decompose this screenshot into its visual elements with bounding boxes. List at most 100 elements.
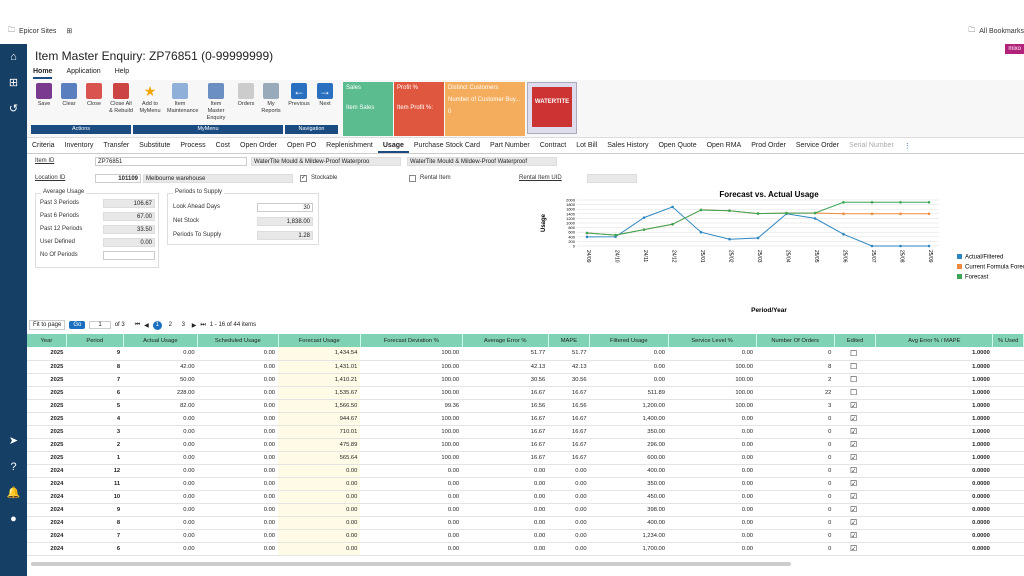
table-row[interactable]: 2025 7 50.00 0.00 1,410.21 100.00 30.56 30.56 0.…: [27, 373, 1024, 387]
item-id-field[interactable]: ZP76851: [95, 157, 247, 166]
edited-checkbox[interactable]: ☑: [834, 516, 876, 530]
tab-open-rma[interactable]: Open RMA: [702, 140, 747, 153]
tab-purchase-stock-card[interactable]: Purchase Stock Card: [409, 140, 485, 153]
tab-sales-history[interactable]: Sales History: [602, 140, 653, 153]
tab-cost[interactable]: Cost: [211, 140, 235, 153]
column-header[interactable]: Period: [66, 334, 124, 347]
close-all-rebuild-button[interactable]: Close All & Rebuild: [108, 83, 134, 115]
edited-checkbox[interactable]: ☑: [834, 412, 876, 426]
table-row[interactable]: 2025 5 82.00 0.00 1,566.50 99.36 16.56 16.56 1,2…: [27, 399, 1024, 413]
history-icon[interactable]: ↺: [6, 102, 21, 117]
edited-checkbox[interactable]: ☑: [834, 477, 876, 491]
previous-button[interactable]: ← Previous: [286, 83, 312, 108]
column-header[interactable]: Forecast Deviation %: [360, 334, 463, 347]
edited-checkbox[interactable]: ☐: [834, 360, 876, 374]
bookmark-epicor-sites[interactable]: 🗀 Epicor Sites ⊞: [8, 26, 72, 37]
grid-icon[interactable]: ⊞: [66, 27, 72, 35]
tab-prod-order[interactable]: Prod Order: [746, 140, 791, 153]
edited-checkbox[interactable]: ☑: [834, 451, 876, 465]
edited-checkbox[interactable]: ☑: [834, 490, 876, 504]
edited-checkbox[interactable]: ☐: [834, 386, 876, 400]
home-icon[interactable]: ⌂: [6, 50, 21, 65]
bell-icon[interactable]: 🔔: [6, 486, 21, 501]
tab-usage[interactable]: Usage: [377, 140, 409, 153]
tab-serial-number[interactable]: Serial Number: [844, 140, 899, 153]
page-1[interactable]: 1: [152, 320, 162, 330]
item-master-enquiry-button[interactable]: Item Master Enquiry: [203, 83, 229, 122]
table-row[interactable]: 2025 2 0.00 0.00 475.89 100.00 16.67 16.67 296.0…: [27, 438, 1024, 452]
help-icon[interactable]: ?: [6, 460, 21, 475]
tab-process[interactable]: Process: [175, 140, 210, 153]
menu-home[interactable]: Home: [33, 68, 53, 79]
table-row[interactable]: 2024 10 0.00 0.00 0.00 0.00 0.00 0.00 450.00 0.00…: [27, 490, 1024, 504]
edited-checkbox[interactable]: ☑: [834, 425, 876, 439]
rental-uid-label[interactable]: Rental Item UID: [519, 175, 562, 181]
tab-replenishment[interactable]: Replenishment: [321, 140, 378, 153]
next-page-icon[interactable]: ▶: [192, 322, 197, 329]
apps-grid-icon[interactable]: ⊞: [6, 76, 21, 91]
edited-checkbox[interactable]: ☑: [834, 542, 876, 556]
column-header[interactable]: Avg Error % / MAPE: [875, 334, 994, 347]
item-id-label[interactable]: Item ID: [35, 158, 54, 164]
column-header[interactable]: Number Of Orders: [756, 334, 835, 347]
rental-item-checkbox[interactable]: [409, 175, 416, 182]
tab-contract[interactable]: Contract: [535, 140, 571, 153]
close-button[interactable]: Close: [81, 83, 107, 108]
location-id-field[interactable]: 101109: [95, 174, 141, 183]
tab-open-quote[interactable]: Open Quote: [653, 140, 701, 153]
page-input[interactable]: 1: [89, 321, 111, 329]
user-icon[interactable]: ●: [6, 512, 21, 527]
clear-button[interactable]: Clear: [56, 83, 82, 108]
last-page-icon[interactable]: ⏭: [200, 322, 205, 329]
table-row[interactable]: 2024 11 0.00 0.00 0.00 0.00 0.00 0.00 350.00 0.00…: [27, 477, 1024, 491]
column-header[interactable]: % Used: [992, 334, 1024, 347]
table-row[interactable]: 2025 9 0.00 0.00 1,434.54 100.00 51.77 51.77 0.0…: [27, 347, 1024, 361]
table-row[interactable]: 2025 8 42.00 0.00 1,431.01 100.00 42.13 42.13 0.…: [27, 360, 1024, 374]
tab-substitute[interactable]: Substitute: [134, 140, 175, 153]
tab-open-po[interactable]: Open PO: [282, 140, 321, 153]
column-header[interactable]: Filtered Usage: [589, 334, 669, 347]
tab-lot-bill[interactable]: Lot Bill: [571, 140, 602, 153]
column-header[interactable]: Scheduled Usage: [197, 334, 279, 347]
customers-tile[interactable]: Distinct Customers Number of Customer Buy…: [445, 82, 525, 136]
column-header[interactable]: Forecast Usage: [278, 334, 361, 347]
column-header[interactable]: MAPE: [548, 334, 591, 347]
tab-inventory[interactable]: Inventory: [60, 140, 99, 153]
tab-criteria[interactable]: Criteria: [27, 140, 60, 153]
edited-checkbox[interactable]: ☑: [834, 464, 876, 478]
tab-part-number[interactable]: Part Number: [485, 140, 535, 153]
fit-to-page-select[interactable]: Fit to page: [29, 320, 66, 330]
add-to-mymenu-button[interactable]: ★ Add to MyMenu: [137, 83, 163, 115]
column-header[interactable]: Edited: [834, 334, 877, 347]
supply-value[interactable]: 30: [257, 203, 313, 212]
tab-open-order[interactable]: Open Order: [235, 140, 282, 153]
avg-usage-value[interactable]: 0.00: [103, 238, 155, 247]
next-button[interactable]: → Next: [312, 83, 338, 108]
avg-usage-value[interactable]: [103, 251, 155, 260]
horizontal-scrollbar[interactable]: [31, 562, 791, 566]
my-reports-button[interactable]: My Reports: [258, 83, 284, 115]
column-header[interactable]: Average Error %: [462, 334, 549, 347]
orders-button[interactable]: Orders: [233, 83, 259, 108]
location-id-label[interactable]: Location ID: [35, 175, 65, 181]
edited-checkbox[interactable]: ☑: [834, 438, 876, 452]
sales-tile[interactable]: Sales Item Sales: [343, 82, 393, 136]
edited-checkbox[interactable]: ☑: [834, 399, 876, 413]
send-icon[interactable]: ➤: [6, 434, 21, 449]
column-header[interactable]: Actual Usage: [123, 334, 199, 347]
table-row[interactable]: 2024 9 0.00 0.00 0.00 0.00 0.00 0.00 398.00 0.00 0…: [27, 503, 1024, 517]
edited-checkbox[interactable]: ☑: [834, 503, 876, 517]
save-button[interactable]: Save: [31, 83, 57, 108]
page-2[interactable]: 2: [166, 321, 175, 330]
profit-tile[interactable]: Profit % Item Profit %:: [394, 82, 444, 136]
stockable-checkbox[interactable]: ✓: [300, 175, 307, 182]
menu-application[interactable]: Application: [66, 68, 100, 79]
item-maintenance-button[interactable]: Item Maintenance: [167, 83, 199, 115]
go-button[interactable]: Go: [69, 321, 86, 329]
table-row[interactable]: 2024 7 0.00 0.00 0.00 0.00 0.00 0.00 1,234.00 0.0…: [27, 529, 1024, 543]
prev-page-icon[interactable]: ◀: [144, 322, 149, 329]
table-row[interactable]: 2024 12 0.00 0.00 0.00 0.00 0.00 0.00 400.00 0.00…: [27, 464, 1024, 478]
user-badge[interactable]: mixo: [1005, 44, 1024, 54]
table-row[interactable]: 2025 3 0.00 0.00 710.01 100.00 16.67 16.67 350.0…: [27, 425, 1024, 439]
more-tabs-icon[interactable]: ⋮: [899, 140, 916, 153]
